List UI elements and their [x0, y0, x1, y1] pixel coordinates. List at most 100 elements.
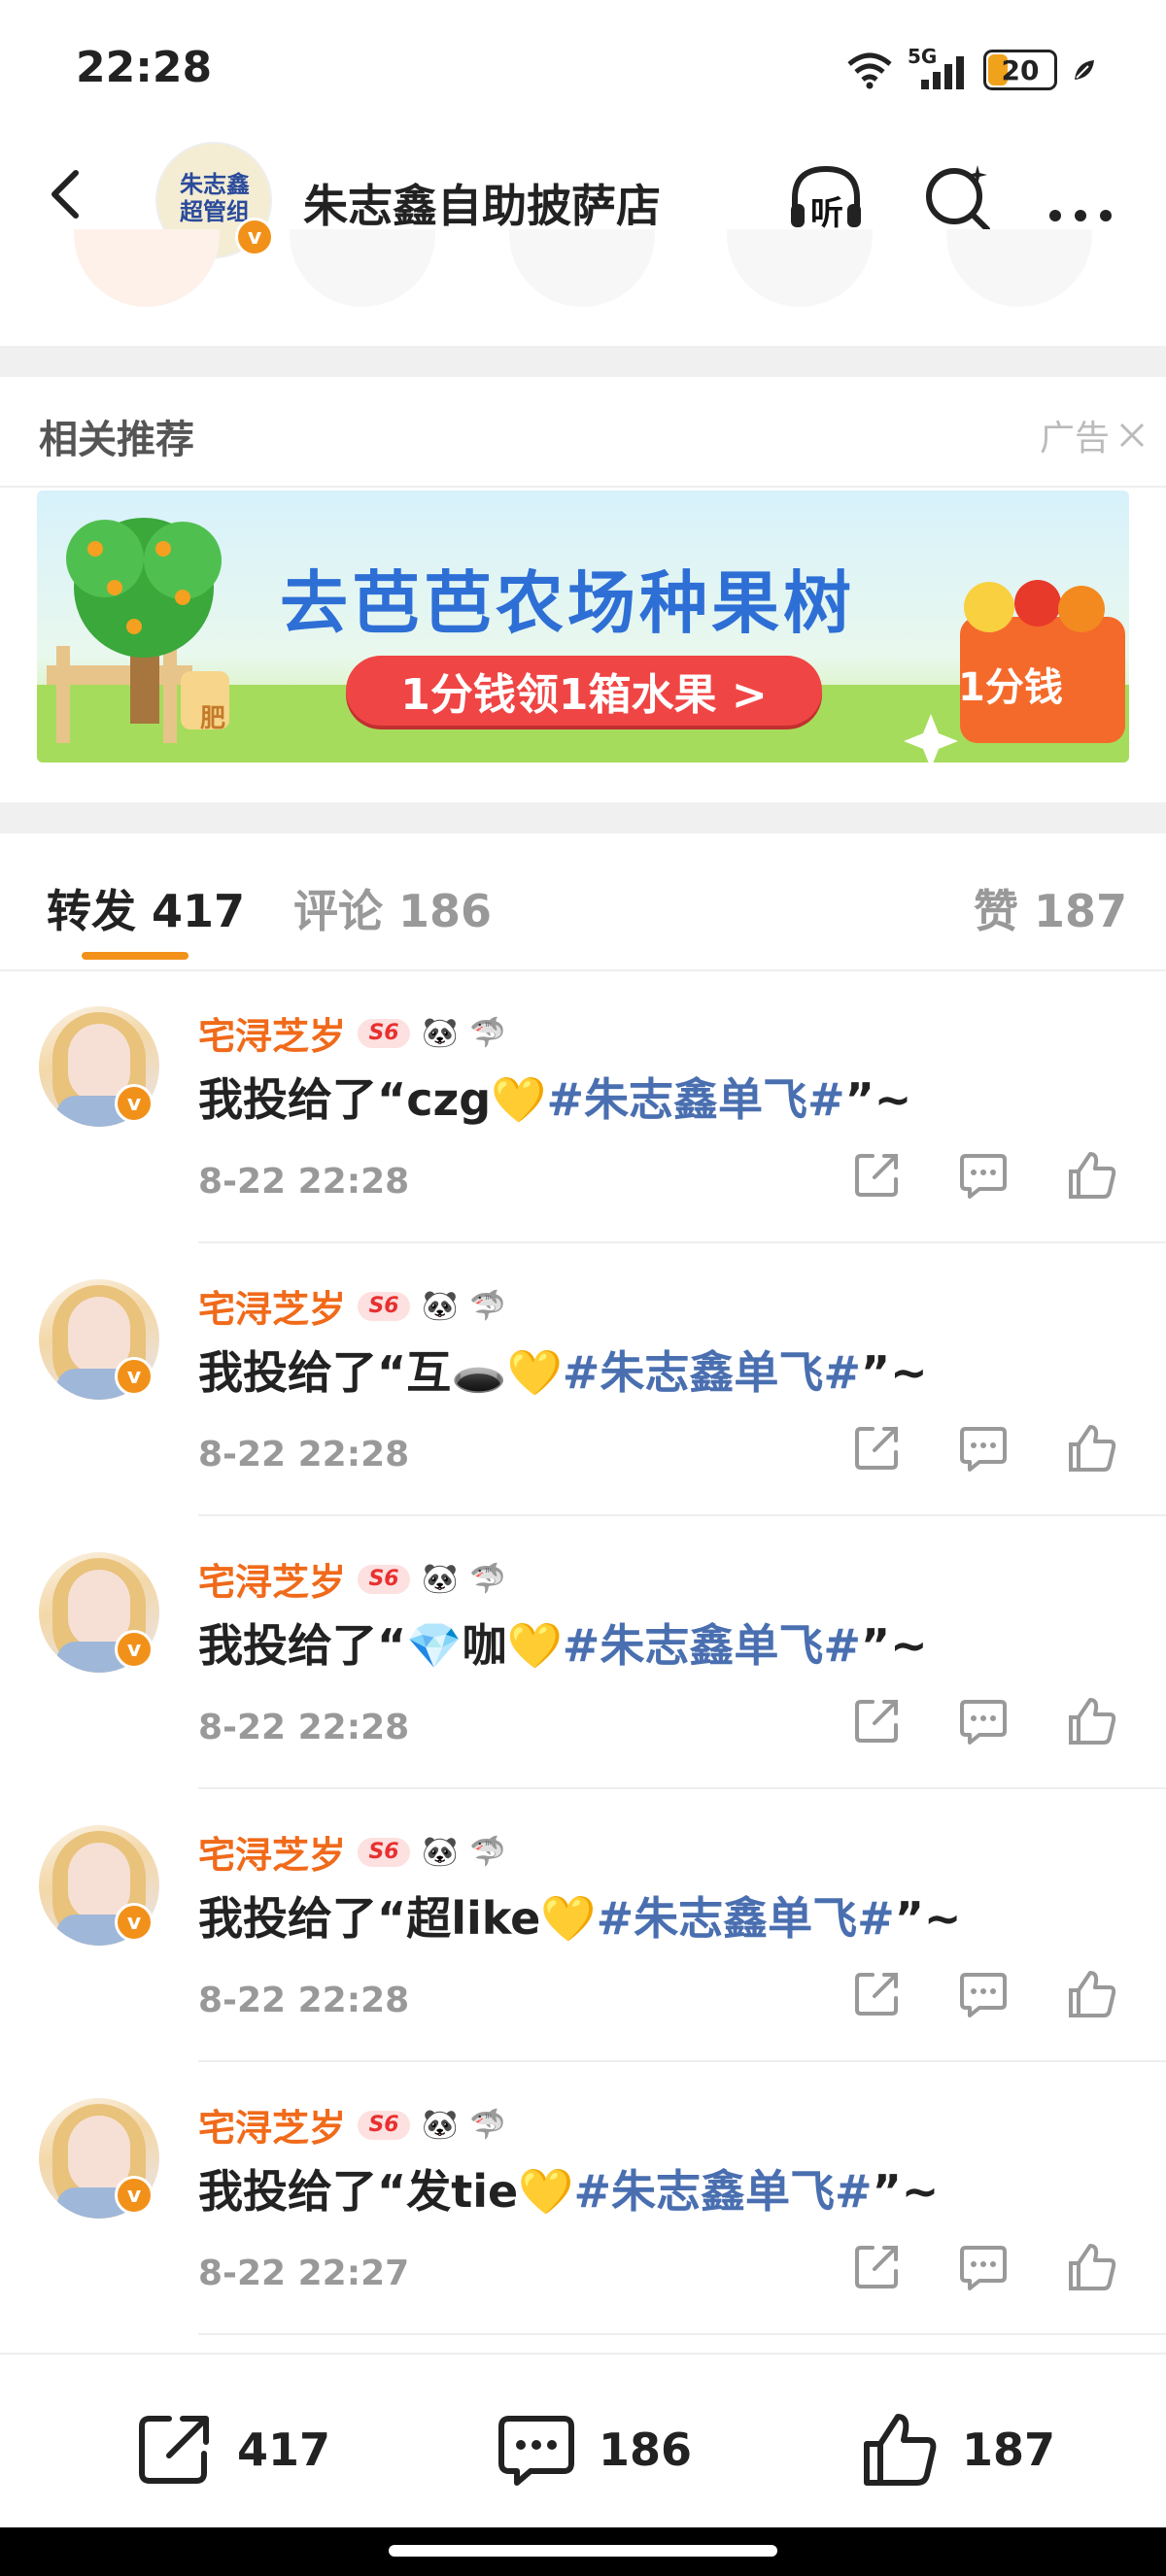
row-divider	[198, 1514, 1166, 1516]
fertilizer-label: 肥	[200, 704, 226, 733]
repost-text: 我投给了“超like💛#朱志鑫单飞#”~	[198, 1883, 961, 1948]
timestamp: 8-22 22:28	[198, 1162, 410, 1202]
user-name[interactable]: 宅浔芝岁	[198, 1006, 346, 1060]
panda-badge: 🐼	[422, 2108, 459, 2142]
faded-shortcut	[946, 229, 1092, 307]
verified-badge: v	[115, 2176, 154, 2215]
user-name[interactable]: 宅浔芝岁	[198, 1825, 346, 1879]
timestamp: 8-22 22:28	[198, 1981, 410, 2020]
home-indicator[interactable]	[389, 2545, 777, 2557]
hashtag-link[interactable]: #朱志鑫单飞#	[573, 2165, 872, 2218]
user-name[interactable]: 宅浔芝岁	[198, 1552, 346, 1606]
repost-text-suffix: ”~	[894, 1892, 962, 1945]
hashtag-link[interactable]: #朱志鑫单飞#	[563, 1619, 861, 1672]
section-divider	[0, 346, 1166, 377]
user-name-row[interactable]: 宅浔芝岁 S6 🐼 🦈	[198, 1006, 506, 1060]
thumbs-up-icon[interactable]	[1065, 1967, 1119, 2021]
search-icon[interactable]	[917, 157, 999, 239]
bottom-repost-button[interactable]: 417	[134, 2409, 330, 2491]
back-icon[interactable]	[39, 165, 97, 223]
share-icon[interactable]	[849, 1694, 904, 1748]
hashtag-link[interactable]: #朱志鑫单飞#	[597, 1892, 895, 1945]
tab-like[interactable]: 赞 187	[974, 876, 1127, 940]
ad-close[interactable]: 广告	[1040, 410, 1147, 460]
thumbs-up-icon[interactable]	[1065, 1694, 1119, 1748]
active-tab-indicator	[82, 952, 189, 960]
ad-banner[interactable]: 肥 去芭芭农场种果树 1分钱领1箱水果 > 1分钱	[37, 491, 1129, 763]
comment-icon[interactable]	[956, 1421, 1011, 1475]
repost-text-prefix: 我投给了“💎咖💛	[198, 1619, 563, 1672]
share-icon[interactable]	[849, 2240, 904, 2294]
comment-icon[interactable]	[956, 2240, 1011, 2294]
thumbs-up-icon[interactable]	[1065, 2240, 1119, 2294]
share-icon[interactable]	[849, 1421, 904, 1475]
repost-text-prefix: 我投给了“互🕳️💛	[198, 1346, 563, 1399]
comment-icon[interactable]	[956, 1694, 1011, 1748]
row-divider	[198, 1241, 1166, 1243]
s6-badge: S6	[358, 1018, 411, 1048]
faded-shortcut	[727, 229, 873, 307]
s6-badge: S6	[358, 1837, 411, 1867]
listen-button[interactable]: 听	[785, 157, 867, 239]
listen-label: 听	[810, 194, 843, 233]
repost-text-prefix: 我投给了“czg💛	[198, 1073, 547, 1126]
panda-badge: 🐼	[422, 1289, 459, 1323]
timestamp: 8-22 22:28	[198, 1708, 410, 1747]
faded-shortcut	[290, 229, 435, 307]
comment-icon[interactable]	[956, 1148, 1011, 1203]
recommend-title: 相关推荐	[39, 418, 194, 462]
share-icon[interactable]	[849, 1148, 904, 1203]
close-icon	[1119, 423, 1145, 448]
network-type: 5G	[908, 45, 938, 68]
more-icon[interactable]	[1040, 157, 1121, 239]
repost-item[interactable]: v 宅浔芝岁 S6 🐼 🦈 我投给了“czg💛#朱志鑫单飞#”~ 8-22 22…	[0, 971, 1166, 1243]
repost-text-prefix: 我投给了“发tie💛	[198, 2165, 574, 2218]
user-name[interactable]: 宅浔芝岁	[198, 2098, 346, 2152]
status-bar: 22:28 5G 20	[0, 0, 1166, 136]
thumbs-up-icon[interactable]	[1065, 1421, 1119, 1475]
repost-icon	[139, 2416, 209, 2484]
banner-cta-button[interactable]: 1分钱领1箱水果 >	[346, 656, 822, 726]
user-name-row[interactable]: 宅浔芝岁 S6 🐼 🦈	[198, 2098, 506, 2152]
thumbs-up-icon[interactable]	[1065, 1148, 1119, 1203]
repost-text-suffix: ”~	[860, 1346, 928, 1399]
row-divider	[198, 2333, 1166, 2335]
shark-badge: 🦈	[469, 1835, 506, 1869]
row-divider	[198, 2060, 1166, 2062]
banner-price-badge: 1分钱	[958, 665, 1063, 710]
tab-repost[interactable]: 转发 417	[47, 876, 245, 940]
user-name-row[interactable]: 宅浔芝岁 S6 🐼 🦈	[198, 1552, 506, 1606]
user-name-row[interactable]: 宅浔芝岁 S6 🐼 🦈	[198, 1279, 506, 1333]
row-divider	[198, 1787, 1166, 1789]
repost-item[interactable]: v 宅浔芝岁 S6 🐼 🦈 我投给了“互🕳️💛#朱志鑫单飞#”~ 8-22 22…	[0, 1244, 1166, 1516]
user-name-row[interactable]: 宅浔芝岁 S6 🐼 🦈	[198, 1825, 506, 1879]
repost-text: 我投给了“💎咖💛#朱志鑫单飞#”~	[198, 1610, 928, 1675]
account-name[interactable]: 朱志鑫自助披萨店	[303, 171, 661, 235]
s6-badge: S6	[358, 2110, 411, 2140]
verified-badge: v	[115, 1903, 154, 1942]
repost-text: 我投给了“互🕳️💛#朱志鑫单飞#”~	[198, 1338, 928, 1402]
hashtag-link[interactable]: #朱志鑫单飞#	[563, 1346, 861, 1399]
thumbs-up-icon	[864, 2414, 937, 2486]
avatar-logo-text: 朱志鑫超管组	[180, 171, 250, 225]
wifi-icon	[847, 52, 892, 89]
user-name[interactable]: 宅浔芝岁	[198, 1279, 346, 1333]
comment-icon	[498, 2416, 574, 2486]
repost-text-suffix: ”~	[872, 2165, 940, 2218]
repost-item[interactable]: v 宅浔芝岁 S6 🐼 🦈 我投给了“超like💛#朱志鑫单飞#”~ 8-22 …	[0, 1790, 1166, 2062]
hashtag-link[interactable]: #朱志鑫单飞#	[546, 1073, 844, 1126]
tab-comment[interactable]: 评论 186	[293, 876, 492, 940]
bottom-like-button[interactable]: 187	[859, 2409, 1055, 2491]
comment-icon[interactable]	[956, 1967, 1011, 2021]
repost-item[interactable]: v 宅浔芝岁 S6 🐼 🦈 我投给了“💎咖💛#朱志鑫单飞#”~ 8-22 22:…	[0, 1517, 1166, 1789]
verified-badge: v	[235, 218, 274, 256]
repost-item[interactable]: v 宅浔芝岁 S6 🐼 🦈 我投给了“发tie💛#朱志鑫单飞#”~ 8-22 2…	[0, 2063, 1166, 2335]
panda-badge: 🐼	[422, 1835, 459, 1869]
interaction-tabs: 转发 417 评论 186 赞 187	[0, 833, 1166, 971]
bottom-comment-button[interactable]: 186	[496, 2409, 692, 2491]
panda-badge: 🐼	[422, 1016, 459, 1050]
bottom-action-bar: 417 186 187	[0, 2353, 1166, 2529]
section-divider	[0, 802, 1166, 833]
system-nav-bar	[0, 2527, 1166, 2576]
share-icon[interactable]	[849, 1967, 904, 2021]
